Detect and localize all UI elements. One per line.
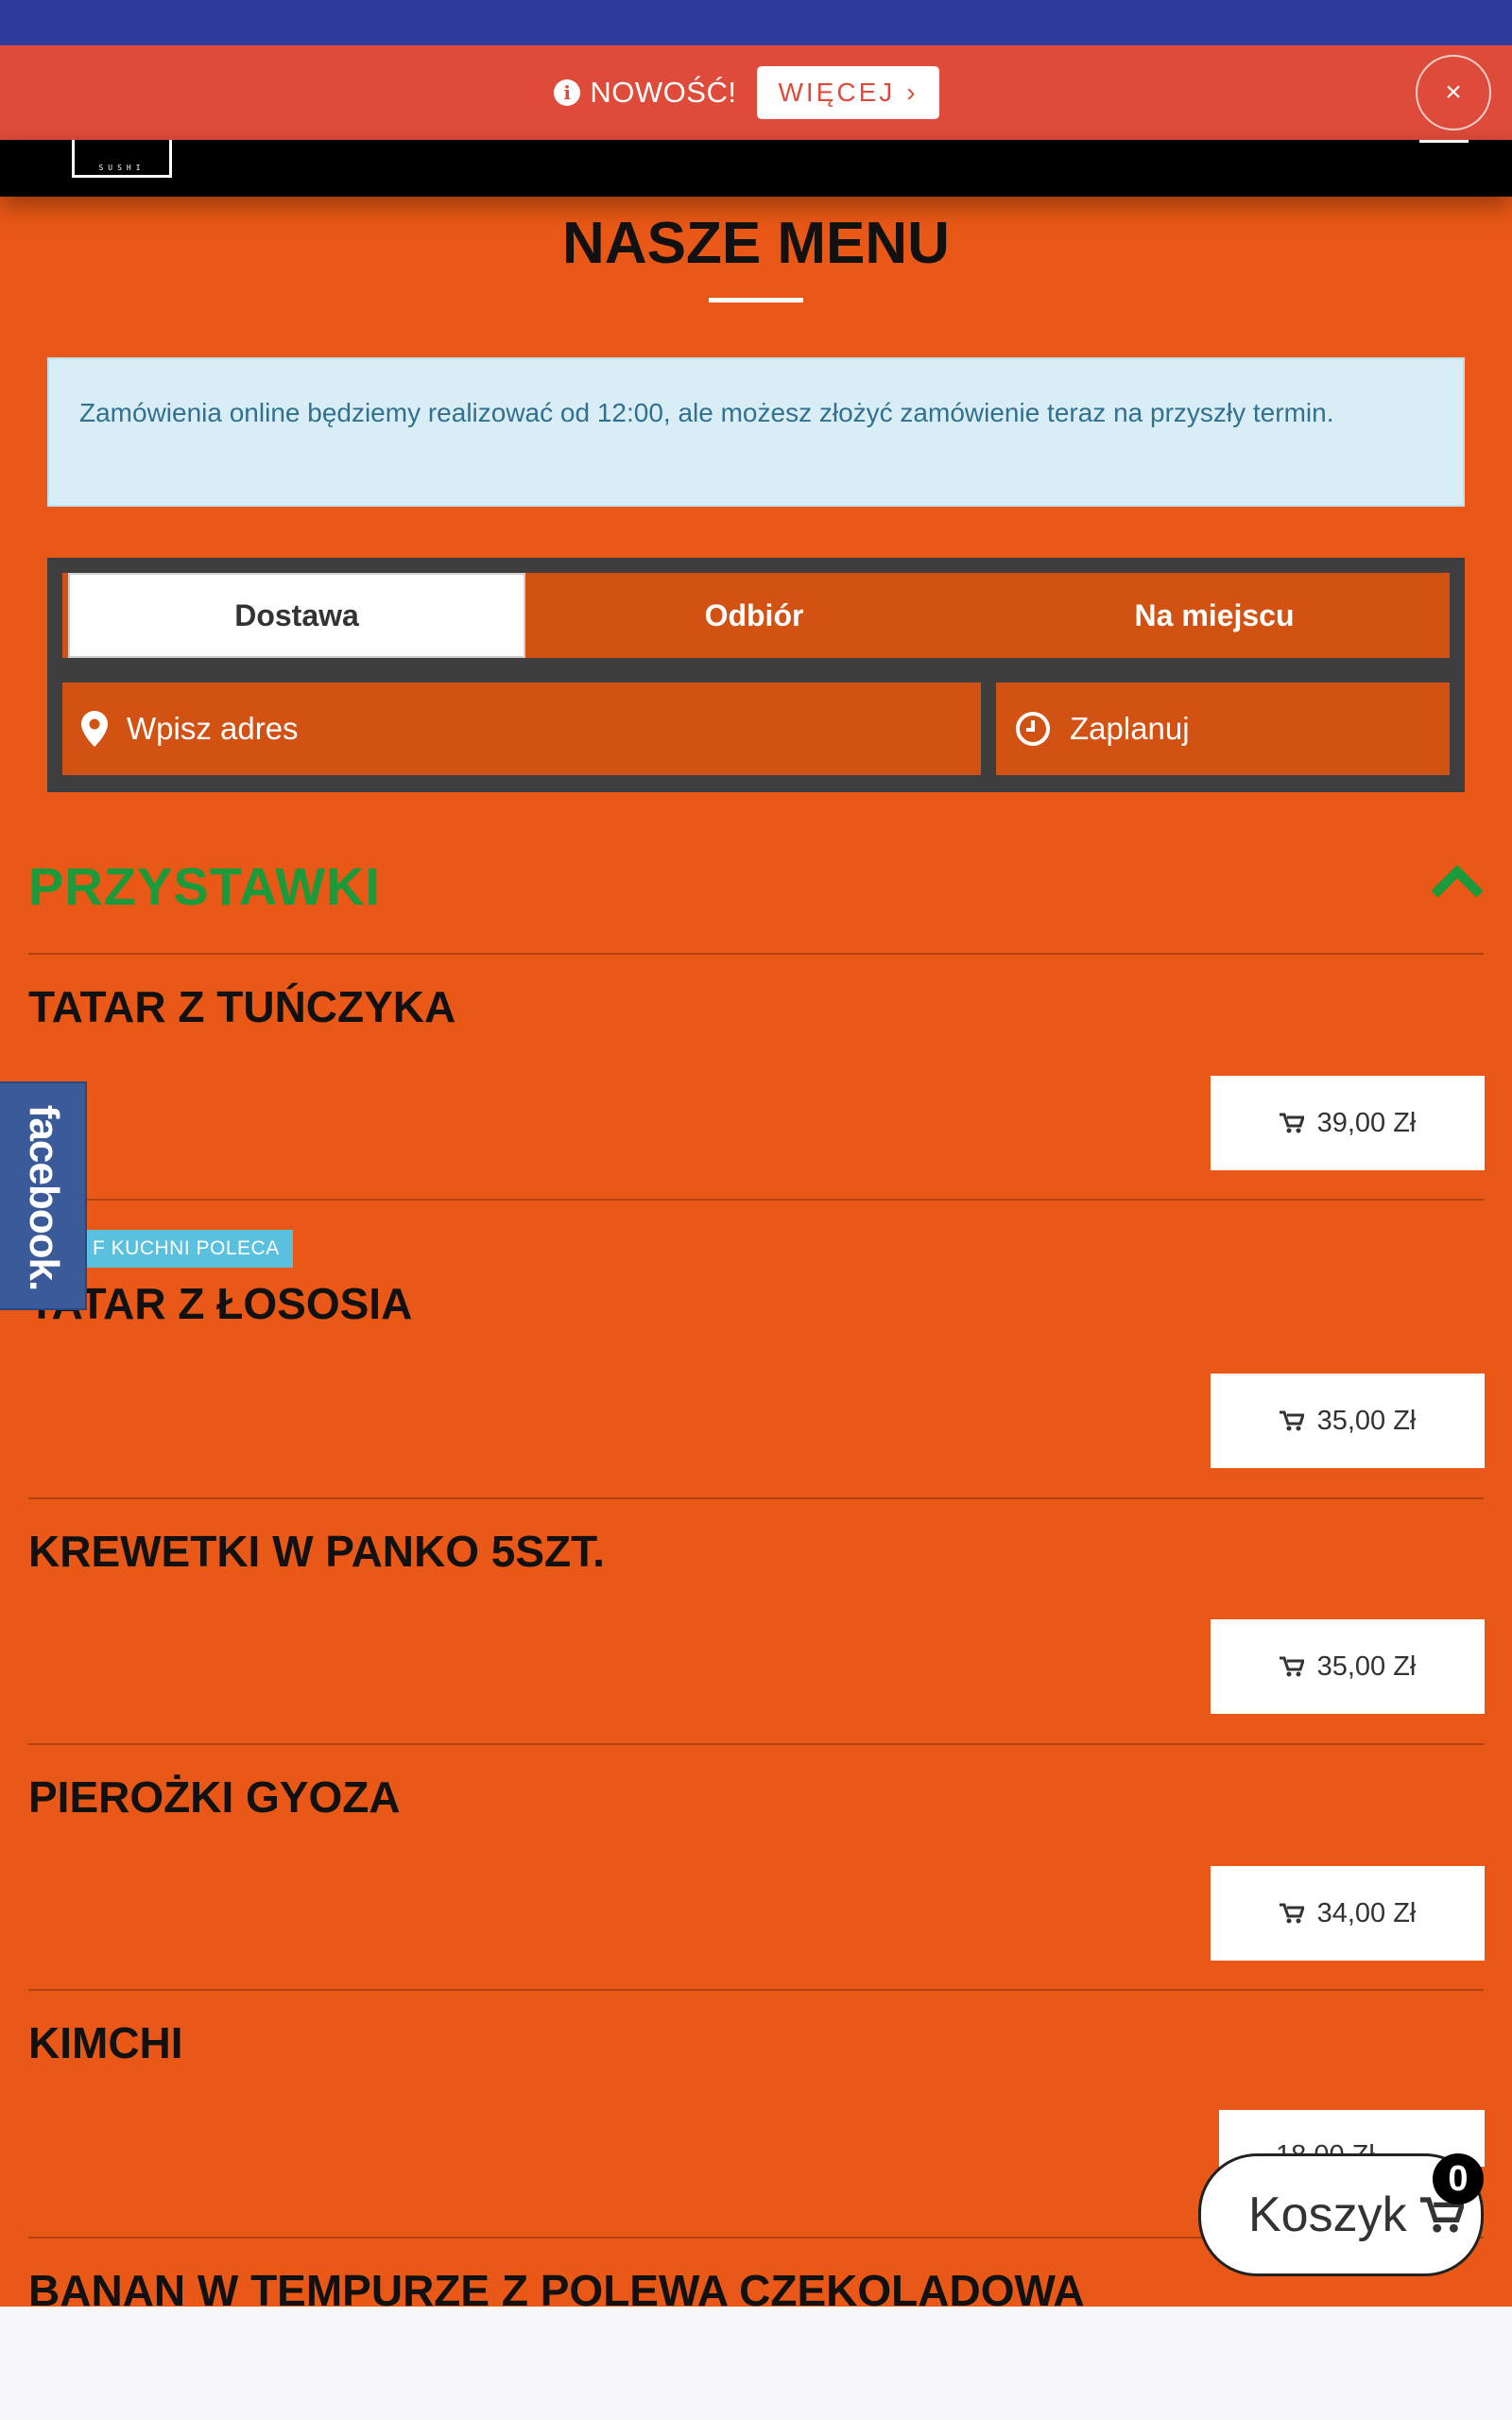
- status-strip: [0, 0, 1512, 45]
- price-label: 35,00 Zł: [1316, 1651, 1417, 1682]
- divider: [28, 1989, 1484, 1991]
- cart-count-badge: 0: [1433, 2153, 1484, 2204]
- facebook-tab[interactable]: facebook.: [0, 1081, 87, 1310]
- add-to-cart-button[interactable]: 35,00 Zł: [1211, 1619, 1485, 1714]
- cart-icon: [1279, 1903, 1304, 1924]
- menu-item-name: TATAR Z TUŃCZYKA: [28, 982, 456, 1031]
- close-icon[interactable]: ×: [1416, 55, 1491, 130]
- more-button[interactable]: WIĘCEJ ›: [757, 66, 939, 119]
- info-notice: Zamówienia online będziemy realizować od…: [47, 357, 1465, 507]
- category-title[interactable]: PRZYSTAWKI: [28, 856, 381, 917]
- schedule-label: Zaplanuj: [1070, 711, 1190, 746]
- chevron-up-icon[interactable]: [1431, 862, 1484, 900]
- menu-item-name: KREWETKI W PANKO 5SZT.: [28, 1527, 605, 1576]
- add-to-cart-button[interactable]: 35,00 Zł: [1211, 1374, 1485, 1468]
- divider: [28, 1743, 1484, 1745]
- logo-subtitle: SUSHI: [98, 164, 146, 172]
- promo-message: i NOWOŚĆ!: [554, 76, 736, 110]
- chevron-right-icon: ›: [906, 78, 919, 107]
- menu-item-name: KIMCHI: [28, 2018, 183, 2067]
- tab-dine-in[interactable]: Na miejscu: [983, 573, 1446, 658]
- facebook-label: facebook.: [21, 1104, 67, 1291]
- schedule-button[interactable]: Zaplanuj: [996, 683, 1450, 775]
- clock-icon: [1016, 712, 1050, 746]
- divider: [28, 1497, 1484, 1499]
- location-pin-icon: [81, 711, 108, 747]
- tab-pickup[interactable]: Odbiór: [525, 573, 983, 658]
- bottom-bar: [0, 2307, 1512, 2420]
- menu-icon[interactable]: [1419, 140, 1469, 143]
- chef-recommends-badge: F KUCHNI POLECA: [85, 1230, 293, 1268]
- order-type-panel: Dostawa Odbiór Na miejscu Wpisz adres Za…: [47, 558, 1465, 792]
- site-header: SUSHI: [0, 140, 1512, 197]
- title-underline: [709, 298, 803, 302]
- address-placeholder: Wpisz adres: [127, 711, 299, 746]
- more-button-label: WIĘCEJ: [778, 78, 896, 107]
- cart-icon: [1279, 1656, 1304, 1677]
- promo-text: NOWOŚĆ!: [590, 76, 737, 109]
- cart-icon: [1279, 1113, 1304, 1133]
- address-input[interactable]: Wpisz adres: [62, 683, 981, 775]
- price-label: 39,00 Zł: [1316, 1107, 1417, 1138]
- add-to-cart-button[interactable]: 39,00 Zł: [1211, 1076, 1485, 1170]
- add-to-cart-button[interactable]: 34,00 Zł: [1211, 1866, 1485, 1961]
- logo[interactable]: SUSHI: [72, 140, 172, 178]
- cart-label: Koszyk: [1248, 2187, 1407, 2242]
- page-title: NASZE MENU: [562, 211, 950, 276]
- price-label: 34,00 Zł: [1316, 1897, 1417, 1928]
- divider: [28, 953, 1484, 955]
- menu-item-name: PIEROŻKI GYOZA: [28, 1772, 401, 1822]
- price-label: 35,00 Zł: [1316, 1405, 1417, 1436]
- divider: [28, 1199, 1484, 1201]
- promo-bar: i NOWOŚĆ! WIĘCEJ › ×: [0, 45, 1512, 140]
- cart-icon: [1279, 1410, 1304, 1431]
- info-icon: i: [554, 79, 581, 106]
- tab-delivery[interactable]: Dostawa: [68, 573, 525, 658]
